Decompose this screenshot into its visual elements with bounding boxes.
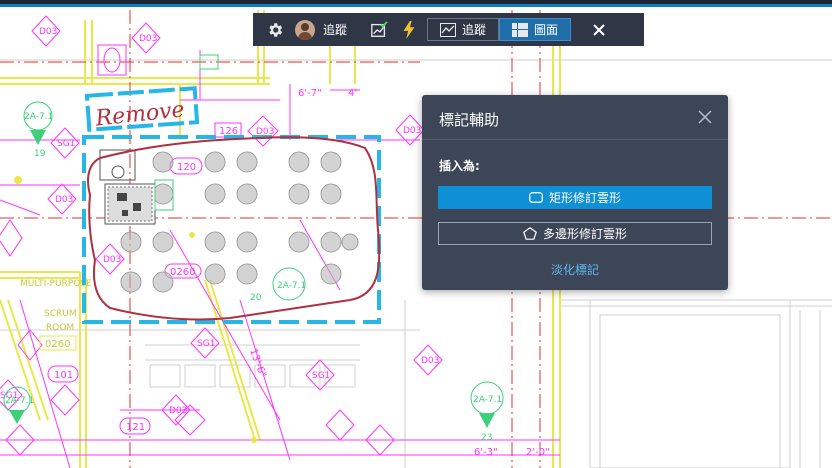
fade-markup-link[interactable]: 淡化標記 — [422, 261, 728, 278]
svg-text:6'-7": 6'-7" — [298, 88, 322, 99]
tab-track[interactable]: 追蹤 — [427, 18, 500, 41]
room-tag-label: D03 — [103, 255, 121, 265]
room-tag-label: SG1 — [197, 339, 215, 349]
room-tag-label: SG1 — [57, 139, 75, 149]
svg-text:ROOM: ROOM — [46, 323, 74, 333]
grid-tag-label: 2A-7.1 — [24, 112, 53, 122]
chart-check-icon — [371, 20, 388, 37]
grid-number: 23 — [481, 433, 492, 443]
lightning-icon — [403, 20, 415, 39]
room-number: 120 — [177, 162, 196, 173]
svg-text:4': 4' — [348, 88, 357, 99]
room-tag-label: D03 — [139, 34, 157, 44]
close-icon — [593, 23, 605, 36]
user-button[interactable]: 追蹤 — [295, 18, 347, 41]
avatar — [295, 19, 315, 40]
rect-revision-cloud-label: 矩形修訂雲形 — [548, 191, 621, 205]
user-name: 追蹤 — [323, 23, 348, 37]
settings-button[interactable] — [263, 18, 287, 42]
polygon-revision-cloud-label: 多邊形修訂雲形 — [542, 227, 627, 241]
room-number: 0260 — [45, 339, 70, 350]
grid-number: 20 — [250, 293, 262, 303]
chart-check-button[interactable] — [367, 18, 391, 42]
dialog-close-button[interactable] — [698, 109, 714, 125]
layout-grid-icon — [512, 22, 528, 37]
grid-tag-label: 2A-7.1 — [5, 396, 34, 406]
top-accent-line — [0, 4, 832, 7]
room-tag-label: SG1 — [312, 371, 330, 381]
room-number: 0260 — [170, 267, 195, 278]
markup-assist-dialog: 標記輔助 插入為: 矩形修訂雲形 多邊形修訂雲形 淡化標記 — [422, 95, 728, 290]
room-tag-label: D03 — [421, 356, 439, 366]
svg-text:2'-0": 2'-0" — [526, 447, 550, 458]
quick-action-button[interactable] — [397, 18, 421, 42]
room-tag-label: D03 — [55, 195, 73, 205]
dialog-title: 標記輔助 — [439, 111, 500, 129]
room-tag-label: D03 — [403, 126, 421, 136]
insert-as-label: 插入為: — [439, 159, 480, 173]
rect-revision-cloud-button[interactable]: 矩形修訂雲形 — [438, 186, 712, 209]
room-number: 101 — [54, 370, 73, 381]
dialog-divider — [422, 139, 728, 140]
grid-tag-label: 2A-7.1 — [277, 281, 306, 291]
close-icon — [698, 110, 712, 124]
gear-icon — [269, 22, 283, 37]
toolbar-close-button[interactable] — [587, 18, 611, 42]
top-window-bar — [0, 0, 832, 7]
tab-layout-label: 圖面 — [534, 23, 559, 37]
rounded-rect-icon — [529, 192, 543, 203]
svg-text:MULTI-PURPOSE: MULTI-PURPOSE — [20, 279, 92, 289]
tab-track-label: 追蹤 — [462, 23, 487, 37]
svg-text:6'-3": 6'-3" — [474, 447, 498, 458]
pentagon-icon — [523, 227, 537, 240]
grid-number: 19 — [34, 149, 46, 159]
remove-markup[interactable]: Remove — [84, 86, 200, 132]
line-chart-icon — [440, 22, 456, 37]
tab-layout[interactable]: 圖面 — [499, 18, 572, 41]
polygon-revision-cloud-button[interactable]: 多邊形修訂雲形 — [438, 222, 712, 245]
room-tag-label: D03 — [39, 27, 57, 37]
svg-text:SCRUM: SCRUM — [44, 309, 77, 319]
grid-tag-label: 2A-7.1 — [473, 395, 502, 405]
room-number: 121 — [126, 422, 145, 433]
markup-toolbar: 追蹤 追蹤 圖面 — [253, 13, 644, 46]
